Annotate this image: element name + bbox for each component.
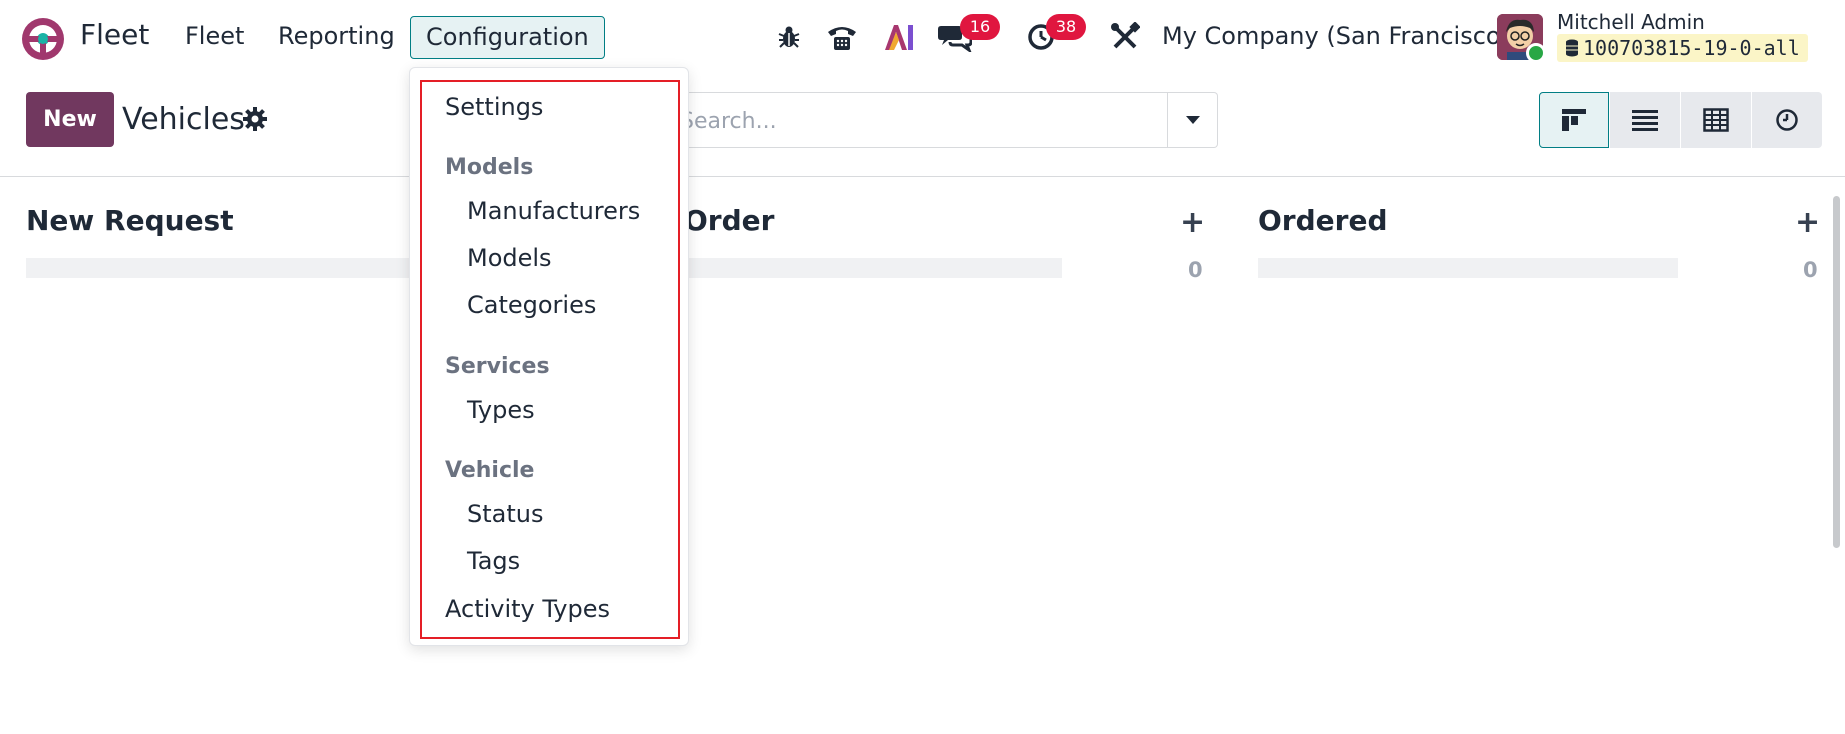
dropdown-item-manufacturers[interactable]: Manufacturers: [467, 197, 640, 225]
kanban-column-title[interactable]: Order: [684, 204, 774, 237]
search-bar: [668, 92, 1218, 148]
messages-count-badge: 16: [960, 14, 1000, 40]
kanban-icon: [1562, 109, 1586, 131]
menu-fleet[interactable]: Fleet: [185, 22, 244, 50]
caret-down-icon: [1185, 116, 1200, 124]
top-navbar: Fleet Fleet Reporting Configuration 16 3…: [0, 0, 1845, 76]
database-name: 100703815-19-0-all: [1583, 36, 1800, 60]
menu-reporting[interactable]: Reporting: [278, 22, 395, 50]
view-switcher: [1539, 92, 1823, 148]
company-switcher[interactable]: My Company (San Francisco): [1162, 22, 1510, 50]
new-button[interactable]: New: [26, 92, 114, 147]
dropdown-item-status[interactable]: Status: [467, 500, 543, 528]
kanban-view-button[interactable]: [1539, 92, 1609, 148]
kanban-progress-bar: [1258, 258, 1678, 278]
dropdown-header-vehicle: Vehicle: [445, 458, 535, 483]
menu-configuration[interactable]: Configuration: [410, 16, 605, 59]
ai-icon[interactable]: [882, 20, 916, 54]
divider: [0, 176, 1845, 177]
table-icon: [1703, 108, 1729, 132]
dropdown-header-models: Models: [445, 155, 534, 180]
fleet-app-logo[interactable]: [20, 16, 66, 62]
dropdown-item-tags[interactable]: Tags: [467, 547, 520, 575]
kanban-column-count: 0: [1188, 258, 1203, 282]
activity-view-button[interactable]: [1752, 92, 1822, 148]
online-status-indicator: [1526, 43, 1546, 63]
user-name[interactable]: Mitchell Admin: [1557, 10, 1705, 34]
quick-create-plus-icon[interactable]: +: [1795, 205, 1820, 240]
kanban-column-count: 0: [1803, 258, 1818, 282]
dropdown-item-activity-types[interactable]: Activity Types: [445, 595, 610, 623]
activities-count-badge: 38: [1046, 14, 1086, 40]
kanban-column-title[interactable]: Ordered: [1258, 204, 1388, 237]
tools-icon[interactable]: [1108, 20, 1142, 54]
dropdown-header-services: Services: [445, 354, 550, 379]
kanban-progress-bar: [26, 258, 446, 278]
search-input[interactable]: [680, 103, 1160, 139]
bug-icon[interactable]: [772, 20, 806, 54]
app-name[interactable]: Fleet: [80, 18, 149, 51]
kanban-column-title[interactable]: New Request: [26, 204, 234, 237]
gear-icon[interactable]: [242, 106, 268, 132]
pivot-view-button[interactable]: [1681, 92, 1751, 148]
configuration-dropdown: Settings Models Manufacturers Models Cat…: [409, 67, 689, 646]
quick-create-plus-icon[interactable]: +: [1180, 205, 1205, 240]
dropdown-item-categories[interactable]: Categories: [467, 291, 596, 319]
search-options-toggle[interactable]: [1167, 93, 1217, 147]
database-icon: [1565, 36, 1579, 64]
list-view-button[interactable]: [1610, 92, 1680, 148]
phone-icon[interactable]: [825, 20, 859, 54]
dropdown-item-types[interactable]: Types: [467, 396, 535, 424]
page-title: Vehicles: [122, 102, 245, 137]
kanban-progress-bar: [684, 258, 1062, 278]
dropdown-item-models[interactable]: Models: [467, 244, 552, 272]
vertical-scrollbar[interactable]: [1833, 196, 1840, 548]
database-badge: 100703815-19-0-all: [1557, 34, 1808, 62]
clock-icon: [1776, 109, 1798, 131]
dropdown-item-settings[interactable]: Settings: [445, 93, 543, 121]
list-icon: [1632, 110, 1658, 131]
